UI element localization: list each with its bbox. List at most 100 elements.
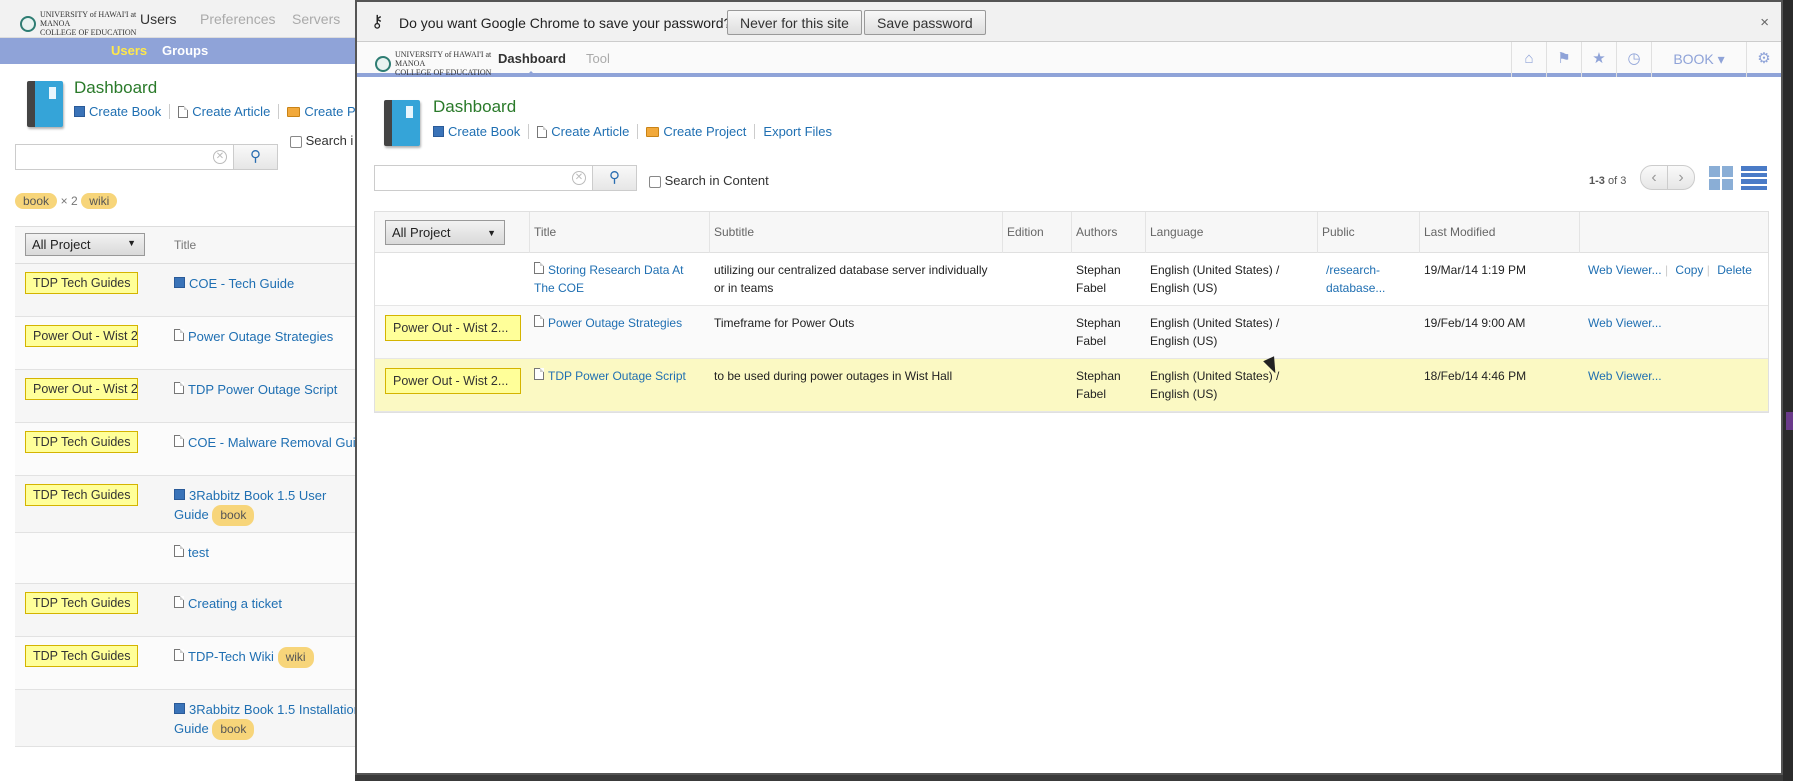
web-viewer-link[interactable]: Web Viewer... [1588,369,1662,383]
document-title-link[interactable]: 3Rabbitz Book 1.5 Installation [189,702,355,717]
project-label[interactable]: TDP Tech Guides [25,592,138,614]
delete-link[interactable]: Delete [1717,263,1752,277]
table-row[interactable]: 3Rabbitz Book 1.5 Installation Guide book [15,690,355,747]
project-label[interactable]: Power Out - Wist 2... [385,368,521,394]
document-title-link[interactable]: COE - Malware Removal Guid [188,435,355,450]
table-row[interactable]: TDP Tech Guides Creating a ticket [15,584,355,637]
public-url-link-cont[interactable]: database... [1326,281,1385,295]
coe-logo[interactable]: UNIVERSITY of HAWAI'I at MANOA COLLEGE O… [20,10,140,37]
create-article-button[interactable]: Create Article [529,124,639,139]
table-row[interactable]: TDP Tech Guides TDP-Tech Wiki wiki [15,637,355,690]
home-icon[interactable]: ⌂ [1511,42,1546,77]
language-text-cont: English (US) [1150,334,1218,348]
search-input[interactable]: ✕ [15,144,234,170]
create-book-button[interactable]: Create Book [74,104,171,119]
title-column-header[interactable]: Title [174,238,196,252]
never-for-this-site-button[interactable]: Never for this site [727,10,862,35]
list-view-icon[interactable] [1741,166,1767,190]
search-in-content[interactable]: Search in Content [649,173,769,188]
tag-wiki[interactable]: wiki [81,193,118,209]
project-label[interactable]: TDP Tech Guides [25,272,138,294]
project-select[interactable]: All Project ▼ [385,220,505,245]
web-viewer-link[interactable]: Web Viewer... [1588,316,1662,330]
document-title-link-cont[interactable]: Guide [174,507,209,522]
close-icon[interactable]: × [1760,14,1769,31]
subnav-groups[interactable]: Groups [162,43,208,58]
table-row[interactable]: test [15,533,355,584]
project-select[interactable]: All Project ▼ [25,233,145,256]
document-title-link[interactable]: Power Outage Strategies [188,329,333,344]
project-label[interactable]: TDP Tech Guides [25,484,138,506]
project-label[interactable]: Power Out - Wist 2... [25,325,138,347]
history-icon[interactable]: ◷ [1616,42,1651,77]
table-row[interactable]: TDP Tech Guides 3Rabbitz Book 1.5 User Gu… [15,476,355,533]
table-row[interactable]: Power Out - Wist 2... Power Outage Strat… [15,317,355,370]
column-language[interactable]: Language [1146,212,1318,253]
document-title-link[interactable]: Creating a ticket [188,596,282,611]
project-label[interactable]: Power Out - Wist 2... [385,315,521,341]
document-title-link[interactable]: Storing Research Data At [548,263,683,277]
document-title-link[interactable]: COE - Tech Guide [189,276,294,291]
tab-dashboard[interactable]: Dashboard [498,51,566,66]
table-row[interactable]: Storing Research Data At The COE utilizin… [375,253,1768,306]
search-button[interactable]: ⚲ [233,144,278,170]
grid-view-icon[interactable] [1709,166,1733,190]
column-subtitle[interactable]: Subtitle [710,212,1003,253]
search-in-content[interactable]: Search i [290,133,353,148]
search-input[interactable]: ✕ [374,165,593,191]
star-icon[interactable]: ★ [1581,42,1616,77]
public-url-link[interactable]: /research- [1326,263,1380,277]
table-row[interactable]: TDP Tech Guides COE - Malware Removal Gu… [15,423,355,476]
subnav-users[interactable]: Users [111,43,147,58]
project-label[interactable]: TDP Tech Guides [25,645,138,667]
document-title-link[interactable]: TDP Power Outage Script [188,382,337,397]
tab-users[interactable]: Users [140,11,177,27]
column-last-modified[interactable]: Last Modified [1420,212,1580,253]
copy-link[interactable]: Copy [1675,263,1703,277]
document-title-link[interactable]: TDP Power Outage Script [548,369,686,383]
document-title-link[interactable]: test [188,545,209,560]
table-row[interactable]: Power Out - Wist 2... TDP Power Outage S… [375,359,1768,412]
clear-search-icon[interactable]: ✕ [213,150,227,164]
flag-icon[interactable]: ⚑ [1546,42,1581,77]
gear-icon[interactable]: ⚙ [1746,42,1781,77]
tag-book[interactable]: book [15,193,58,209]
document-title-link[interactable]: 3Rabbitz Book 1.5 User [189,488,326,503]
search-button[interactable]: ⚲ [592,165,637,191]
create-project-button[interactable]: Create P [279,104,355,119]
coe-logo[interactable]: UNIVERSITY of HAWAI'I at MANOA COLLEGE O… [375,50,495,77]
prev-page-button[interactable]: ‹ [1640,165,1668,190]
book-menu[interactable]: BOOK ▾ [1651,42,1746,77]
next-page-button[interactable]: › [1667,165,1695,190]
tag-book[interactable]: book [212,505,255,526]
search-in-content-checkbox[interactable] [290,135,302,148]
column-title[interactable]: Title [530,212,710,253]
create-article-button[interactable]: Create Article [170,104,280,119]
table-row[interactable]: Power Out - Wist 2... Power Outage Strat… [375,306,1768,359]
column-authors[interactable]: Authors [1072,212,1146,253]
document-title-link[interactable]: Power Outage Strategies [548,316,682,330]
back-top-navbar: UNIVERSITY of HAWAI'I at MANOA COLLEGE O… [0,0,355,38]
document-title-link[interactable]: TDP-Tech Wiki [188,649,274,664]
create-book-button[interactable]: Create Book [433,124,530,139]
column-public[interactable]: Public [1318,212,1420,253]
save-password-button[interactable]: Save password [864,10,986,35]
tag-book[interactable]: book [212,719,255,740]
web-viewer-link[interactable]: Web Viewer... [1588,263,1662,277]
tab-servers[interactable]: Servers [292,11,340,27]
table-row[interactable]: TDP Tech Guides COE - Tech Guide [15,264,355,317]
tab-preferences[interactable]: Preferences [200,11,275,27]
project-label[interactable]: Power Out - Wist 2... [25,378,138,400]
clear-search-icon[interactable]: ✕ [572,171,586,185]
search-in-content-checkbox[interactable] [649,175,661,188]
table-row[interactable]: Power Out - Wist 2... TDP Power Outage S… [15,370,355,423]
author-text-cont: Fabel [1076,387,1107,401]
project-label[interactable]: TDP Tech Guides [25,431,138,453]
column-edition[interactable]: Edition [1003,212,1072,253]
document-title-link-cont[interactable]: The COE [534,281,584,295]
create-project-button[interactable]: Create Project [638,124,756,139]
export-files-button[interactable]: Export Files [755,124,840,139]
tab-tool[interactable]: Tool [586,51,610,66]
document-title-link-cont[interactable]: Guide [174,721,209,736]
tag-wiki[interactable]: wiki [277,647,314,668]
